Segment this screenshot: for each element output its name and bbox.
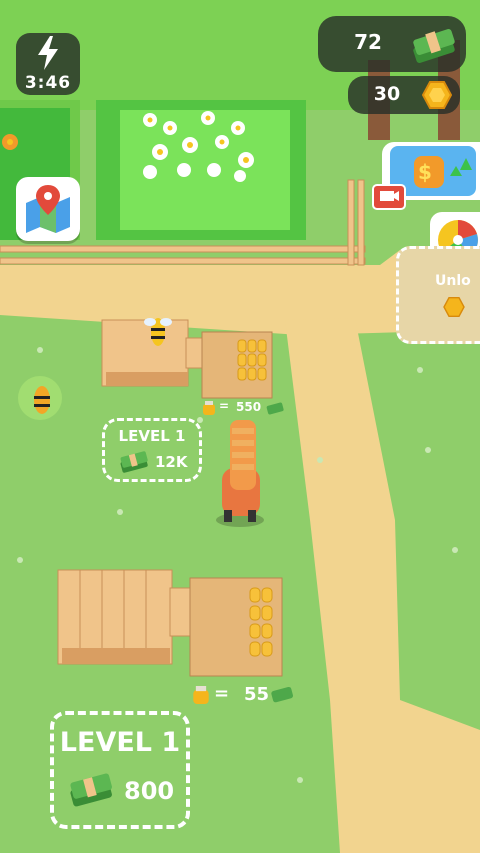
honey-coin-icon [443,297,465,317]
level-label: LEVEL 1 [118,427,186,445]
cash-stack-icon [413,28,455,64]
rate-equals: = [214,683,230,704]
cash-stack-icon [120,451,148,473]
cash-value: 72 [354,30,382,54]
energy-timer: 3:46 [16,33,80,95]
beehive-lower [57,569,283,677]
rate-value: 550 [236,400,262,414]
level-upgrade-pad-upper[interactable]: LEVEL 1 12K [102,418,202,482]
flying-bee [18,376,62,420]
upgrade-price: 12K [155,453,188,471]
unlock-area[interactable]: Unlo [396,246,480,344]
video-ad-icon[interactable] [372,184,406,210]
beehive-upper [101,319,273,399]
unlock-label: Unlo [435,273,471,289]
cash-counter: 72 [318,16,466,72]
cash-icon [271,686,294,703]
honey-coin-counter: 30 [348,76,460,114]
map-button[interactable] [16,177,80,241]
honey-jar-icon [203,401,215,415]
svg-text:$: $ [418,160,432,184]
rate-equals: = [219,399,230,413]
rate-value: 55 [244,684,270,705]
level-upgrade-pad-lower[interactable]: LEVEL 1 800 [50,711,190,829]
honey-rate-lower: = 55 [192,683,296,707]
honey-jar-icon [193,686,209,704]
timer-text: 3:46 [24,73,72,93]
honey-coin-icon [422,81,452,109]
cash-icon [266,402,284,415]
lightning-icon [38,36,58,70]
coin-value: 30 [373,83,401,105]
map-icon [26,185,70,233]
upgrade-price: 800 [124,777,175,805]
honey-rate-upper: = 550 [202,399,292,417]
cash-stack-icon [70,773,112,807]
level-label: LEVEL 1 [59,727,181,758]
